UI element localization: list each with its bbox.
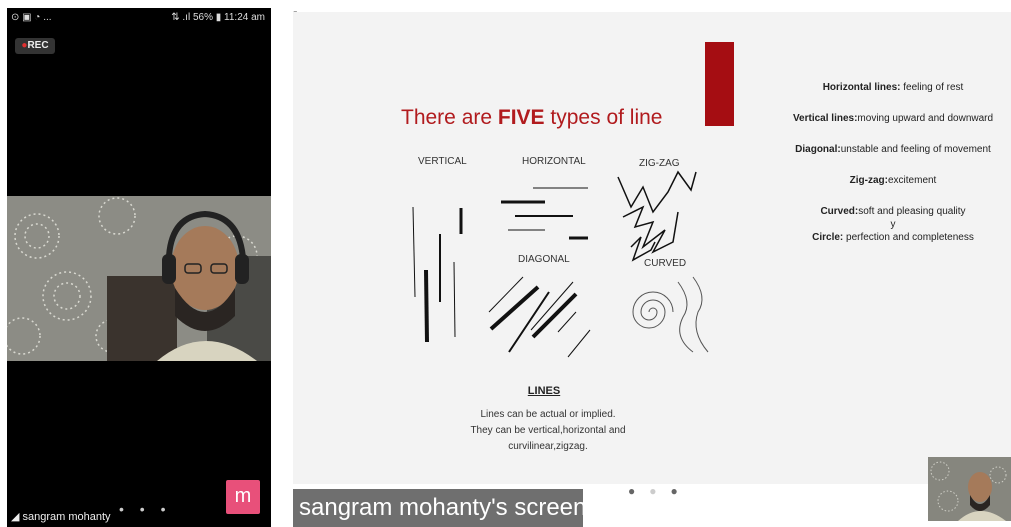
screen-share-label: sangram mohanty's screen bbox=[293, 489, 586, 527]
definition-circle: Circle: perfection and completeness bbox=[812, 232, 974, 243]
vertical-lines-drawing bbox=[412, 206, 463, 343]
person-video-image bbox=[7, 196, 271, 361]
line-definitions-list: Horizontal lines: feeling of rest Vertic… bbox=[783, 82, 1003, 263]
page-dot-3[interactable]: ● bbox=[671, 484, 692, 498]
page-indicator[interactable]: ●●● bbox=[628, 484, 692, 498]
definition-zigzag: Zig-zag:excitement bbox=[849, 175, 937, 186]
recording-badge: ●REC bbox=[15, 38, 55, 54]
diagonal-lines-drawing bbox=[488, 276, 591, 358]
definition-stray-char: y bbox=[890, 219, 896, 230]
status-icons-left: ⊙ ▣ ◔ ... bbox=[11, 12, 52, 23]
participant-name-label: ◢ sangram mohanty bbox=[11, 511, 111, 523]
zigzag-lines-drawing bbox=[617, 170, 697, 262]
self-view-image bbox=[928, 457, 1011, 521]
page-dot-1[interactable]: ● bbox=[628, 484, 649, 498]
meeting-menu-button[interactable]: m bbox=[226, 480, 260, 514]
status-icons-right: ⇅ .ıl 56% ▮ 11:24 am bbox=[171, 12, 265, 23]
phone-status-bar: ⊙ ▣ ◔ ... ⇅ .ıl 56% ▮ 11:24 am bbox=[7, 8, 271, 28]
horizontal-lines-drawing bbox=[501, 187, 588, 240]
lines-heading: LINES bbox=[527, 385, 561, 397]
definition-curved: Curved:soft and pleasing quality bbox=[820, 206, 966, 217]
definition-diagonal: Diagonal:unstable and feeling of movemen… bbox=[795, 144, 991, 155]
curved-lines-drawing bbox=[632, 276, 709, 353]
definition-horizontal: Horizontal lines: feeling of rest bbox=[822, 82, 964, 93]
more-options-icon[interactable]: • • • bbox=[119, 501, 171, 517]
lines-description: Lines can be actual or implied. They can… bbox=[470, 409, 626, 452]
participant-video-panel: ⊙ ▣ ◔ ... ⇅ .ıl 56% ▮ 11:24 am ●REC ◢ sa… bbox=[7, 8, 271, 527]
definition-vertical: Vertical lines:moving upward and downwar… bbox=[792, 113, 994, 124]
self-view-thumbnail[interactable] bbox=[928, 457, 1011, 521]
shared-slide: There are FIVE types of line VERTICAL HO… bbox=[293, 12, 1011, 484]
page-dot-2[interactable]: ● bbox=[649, 484, 670, 498]
participant-camera-feed bbox=[7, 196, 271, 361]
